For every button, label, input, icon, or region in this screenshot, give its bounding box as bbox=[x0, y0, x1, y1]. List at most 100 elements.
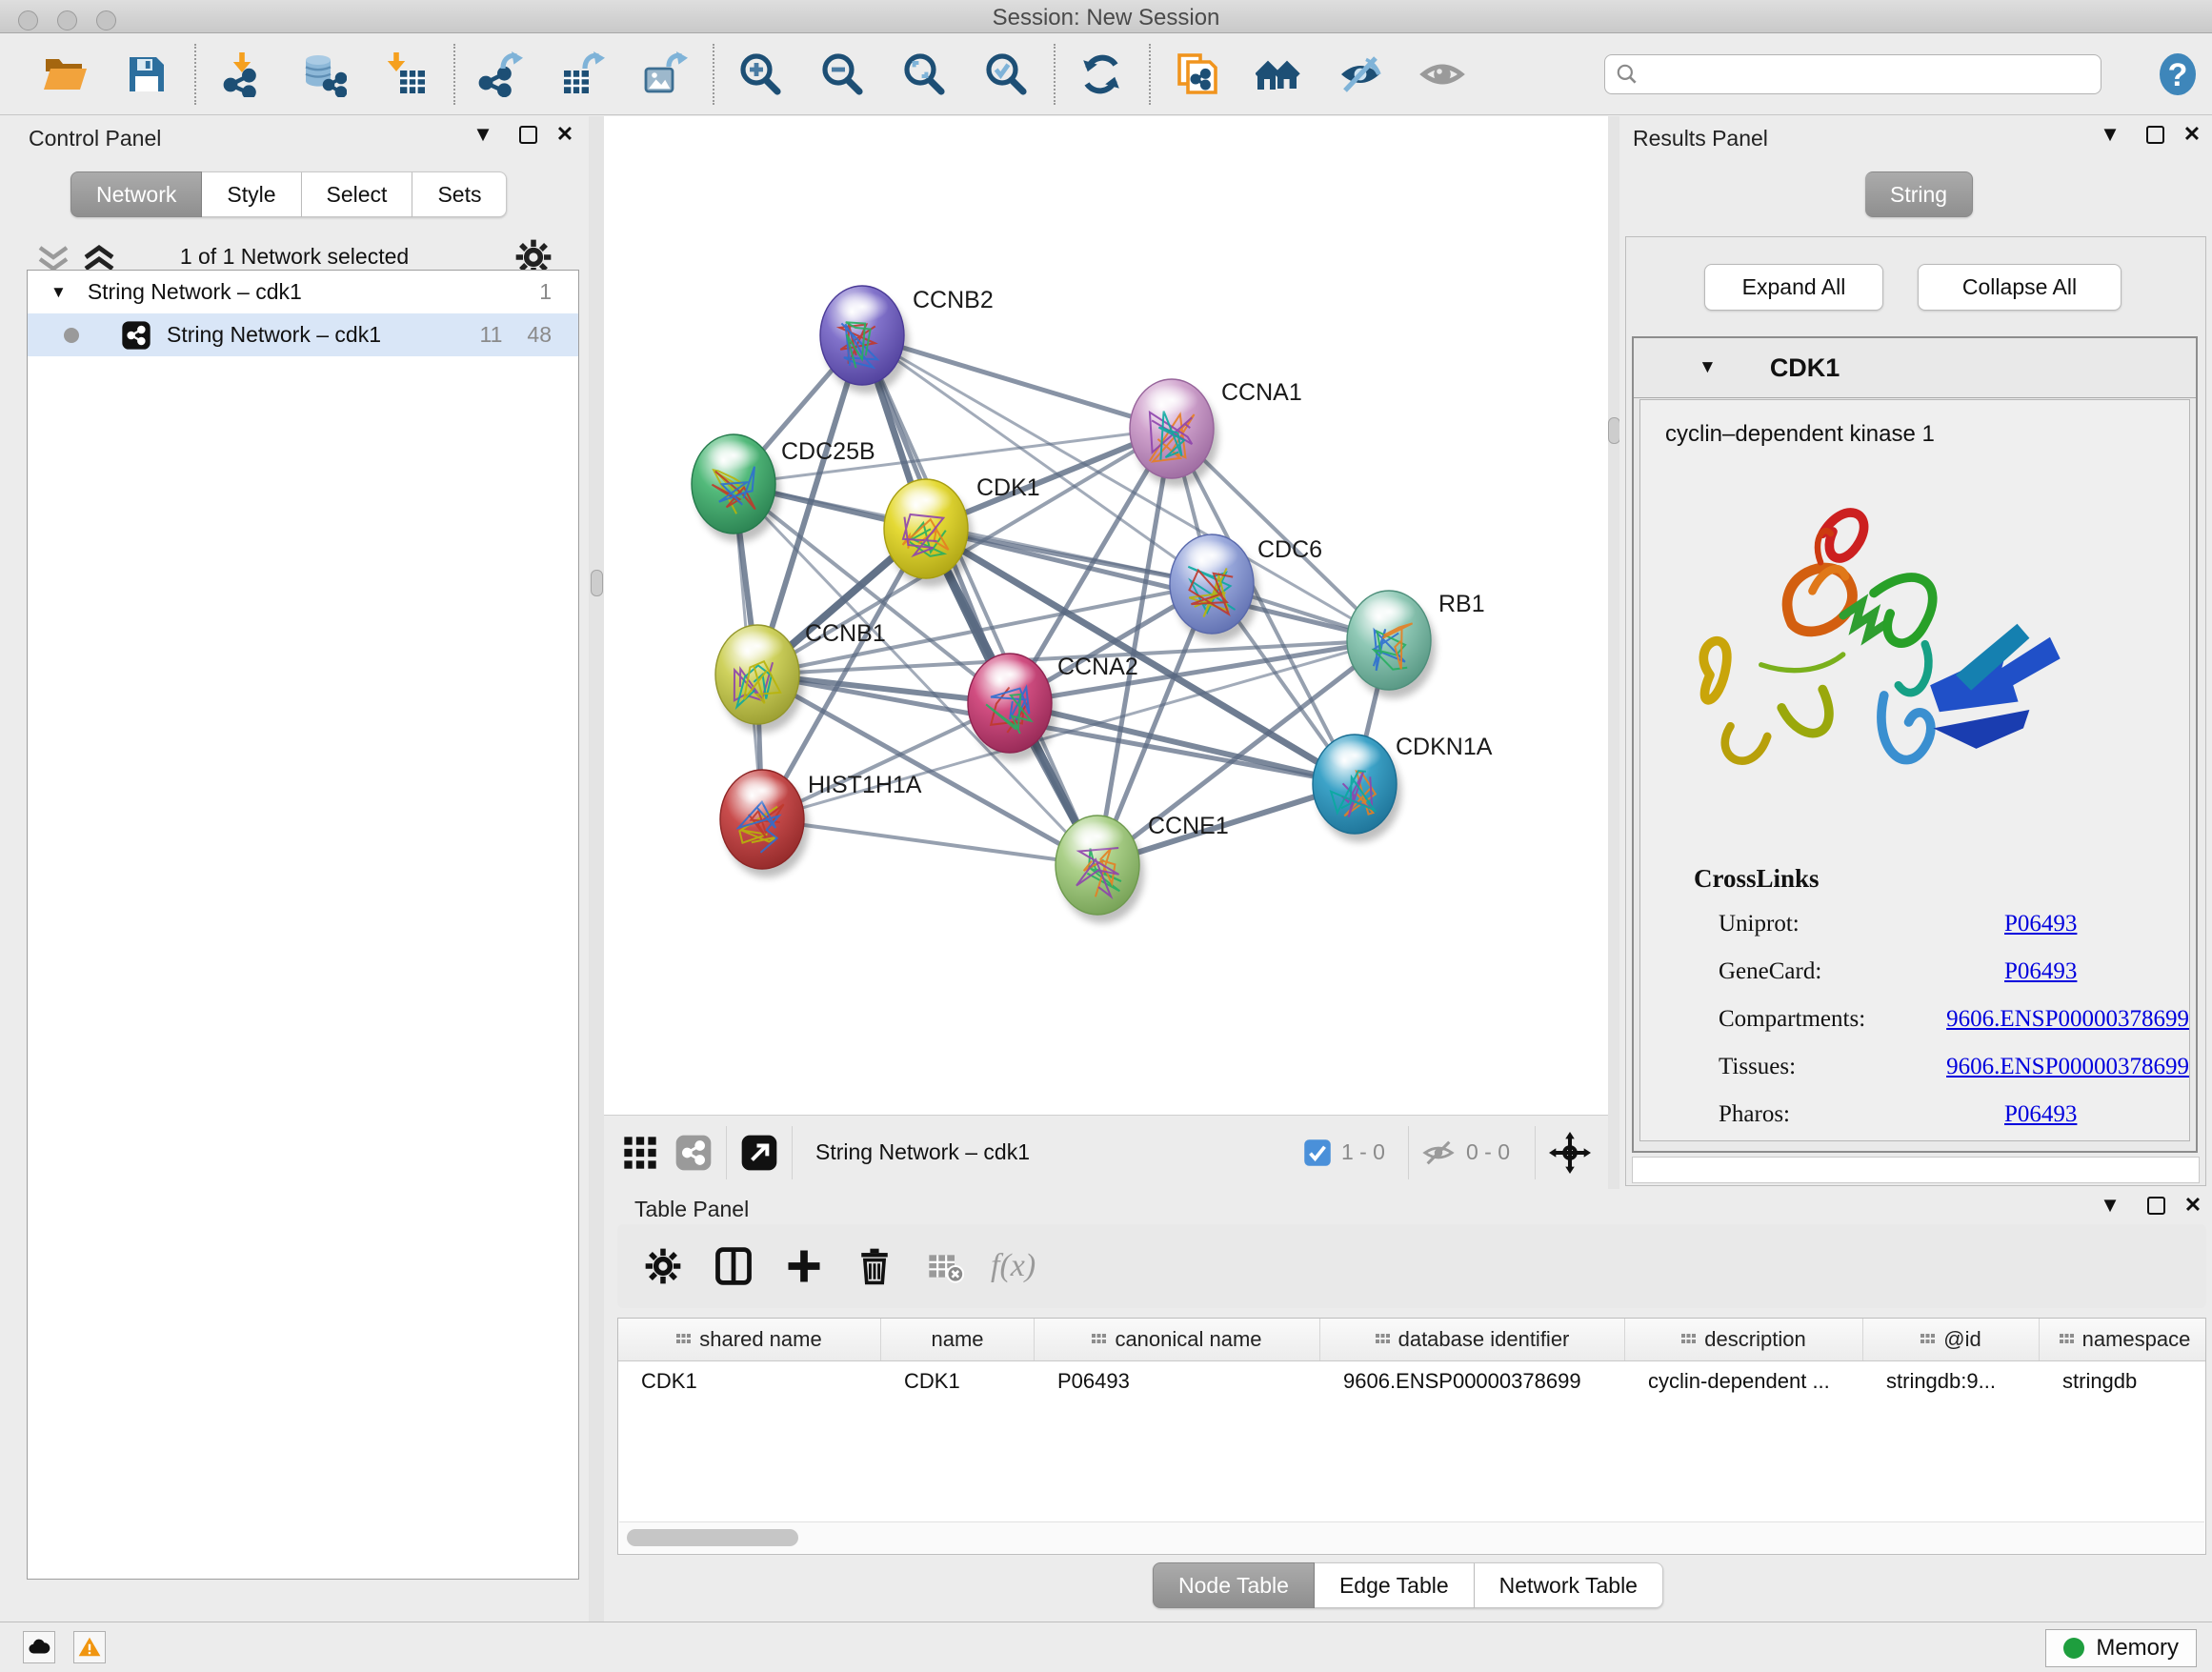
network-node-HIST1H1A[interactable]: HIST1H1A bbox=[720, 770, 922, 877]
zoom-out-icon[interactable] bbox=[819, 51, 865, 97]
network-edge[interactable] bbox=[1010, 703, 1355, 784]
right-splitter[interactable] bbox=[1608, 116, 1619, 1189]
collection-expand-icon[interactable]: ▼ bbox=[50, 283, 67, 302]
column-header-@id[interactable]: @id bbox=[1863, 1319, 2040, 1360]
network-view-title: String Network – cdk1 bbox=[815, 1139, 1030, 1165]
grid-view-icon[interactable] bbox=[621, 1134, 659, 1172]
table-cell[interactable]: CDK1 bbox=[881, 1369, 1035, 1394]
crosslink-link[interactable]: 9606.ENSP00000378699 bbox=[1946, 1054, 2189, 1080]
warning-icon[interactable] bbox=[73, 1631, 106, 1663]
crosslink-link[interactable]: 9606.ENSP00000378699 bbox=[1946, 1006, 2189, 1033]
network-node-RB1[interactable]: RB1 bbox=[1347, 591, 1485, 698]
left-splitter[interactable] bbox=[589, 116, 604, 1622]
refresh-icon[interactable] bbox=[1078, 51, 1124, 97]
status-bar: Memory bbox=[0, 1622, 2212, 1672]
left-splitter-handle[interactable] bbox=[591, 570, 603, 596]
network-row[interactable]: String Network – cdk1 11 48 bbox=[28, 313, 578, 356]
chevron-down-icon[interactable]: ▼ bbox=[1699, 357, 1717, 378]
cloud-icon[interactable] bbox=[23, 1631, 55, 1663]
network-edge[interactable] bbox=[762, 819, 1097, 865]
zoom-selected-icon[interactable] bbox=[983, 51, 1029, 97]
network-collection-row[interactable]: ▼ String Network – cdk1 1 bbox=[28, 271, 578, 313]
delete-column-icon[interactable] bbox=[850, 1241, 899, 1291]
zoom-in-icon[interactable] bbox=[737, 51, 783, 97]
panel-close-icon[interactable]: ✕ bbox=[2179, 1193, 2207, 1218]
column-header-name[interactable]: name bbox=[881, 1319, 1035, 1360]
panel-menu-icon[interactable]: ▼ bbox=[469, 122, 497, 147]
save-icon[interactable] bbox=[124, 51, 170, 97]
detach-view-icon[interactable] bbox=[740, 1134, 778, 1172]
protein-section-header[interactable]: ▼ CDK1 bbox=[1634, 338, 2196, 398]
import-table-icon[interactable] bbox=[383, 51, 429, 97]
help-icon[interactable]: ? bbox=[2155, 51, 2201, 97]
table-cell[interactable]: CDK1 bbox=[618, 1369, 881, 1394]
scrollbar-thumb[interactable] bbox=[627, 1529, 798, 1546]
svg-text:?: ? bbox=[2168, 57, 2188, 93]
export-network-icon[interactable] bbox=[478, 51, 524, 97]
horizontal-scrollbar[interactable] bbox=[619, 1521, 2204, 1553]
column-header-shared-name[interactable]: shared name bbox=[618, 1319, 881, 1360]
separator bbox=[1535, 1126, 1536, 1179]
network-canvas[interactable]: CCNB2CCNA1CDC25BCDK1CDC6RB1CCNB1CCNA2CDK… bbox=[604, 116, 1608, 1115]
table-row[interactable]: CDK1CDK1P064939606.ENSP00000378699cyclin… bbox=[618, 1361, 2205, 1401]
document-share-icon[interactable] bbox=[1174, 51, 1219, 97]
tab-edge-table[interactable]: Edge Table bbox=[1315, 1562, 1475, 1608]
tab-style[interactable]: Style bbox=[202, 171, 301, 217]
table-cell[interactable]: 9606.ENSP00000378699 bbox=[1320, 1369, 1625, 1394]
column-header-database-identifier[interactable]: database identifier bbox=[1320, 1319, 1625, 1360]
tab-select[interactable]: Select bbox=[302, 171, 413, 217]
zoom-fit-icon[interactable] bbox=[901, 51, 947, 97]
network-node-CDKN1A[interactable]: CDKN1A bbox=[1313, 734, 1493, 842]
panel-float-icon[interactable] bbox=[519, 126, 537, 149]
crosslink-link[interactable]: P06493 bbox=[2004, 911, 2077, 937]
table-cell[interactable]: stringdb:9... bbox=[1863, 1369, 2040, 1394]
memory-label: Memory bbox=[2096, 1635, 2179, 1662]
expand-all-button[interactable]: Expand All bbox=[1704, 264, 1883, 311]
collapse-all-button[interactable]: Collapse All bbox=[1918, 264, 2122, 311]
export-image-icon[interactable] bbox=[642, 51, 688, 97]
table-cell[interactable]: stringdb bbox=[2040, 1369, 2206, 1394]
export-table-icon[interactable] bbox=[560, 51, 606, 97]
create-column-icon[interactable] bbox=[779, 1241, 829, 1291]
tab-network[interactable]: Network bbox=[70, 171, 202, 217]
tab-string[interactable]: String bbox=[1865, 171, 1973, 217]
import-network-icon[interactable] bbox=[219, 51, 265, 97]
crosslink-label: GeneCard: bbox=[1719, 958, 2004, 985]
import-database-icon[interactable] bbox=[301, 51, 347, 97]
tab-network-table[interactable]: Network Table bbox=[1475, 1562, 1663, 1608]
column-header-namespace[interactable]: namespace bbox=[2040, 1319, 2206, 1360]
table-cell[interactable]: P06493 bbox=[1035, 1369, 1320, 1394]
panel-menu-icon[interactable]: ▼ bbox=[2096, 122, 2124, 147]
panel-close-icon[interactable]: ✕ bbox=[551, 122, 579, 147]
tab-node-table[interactable]: Node Table bbox=[1153, 1562, 1315, 1608]
memory-button[interactable]: Memory bbox=[2045, 1629, 2197, 1667]
panel-close-icon[interactable]: ✕ bbox=[2178, 122, 2206, 147]
table-cell[interactable]: cyclin-dependent ... bbox=[1625, 1369, 1863, 1394]
collection-count: 1 bbox=[539, 279, 552, 305]
table-gear-icon[interactable] bbox=[638, 1241, 688, 1291]
table-panel-title: Table Panel bbox=[634, 1197, 749, 1222]
birdseye-view-icon[interactable] bbox=[1549, 1132, 1591, 1174]
eye-slash-icon[interactable] bbox=[1337, 51, 1383, 97]
folder-open-icon[interactable] bbox=[42, 51, 88, 97]
crosslink-row: GeneCard:P06493 bbox=[1719, 958, 2189, 985]
network-node-CCNA2[interactable]: CCNA2 bbox=[968, 654, 1138, 761]
network-edge[interactable] bbox=[862, 335, 1172, 429]
column-header-description[interactable]: description bbox=[1625, 1319, 1863, 1360]
network-node-CDK1[interactable]: CDK1 bbox=[884, 474, 1040, 587]
crosslink-link[interactable]: P06493 bbox=[2004, 1101, 2077, 1128]
separator bbox=[1408, 1126, 1409, 1179]
panel-menu-icon[interactable]: ▼ bbox=[2096, 1193, 2124, 1218]
column-attribute-icon bbox=[1376, 1334, 1390, 1346]
column-header-canonical-name[interactable]: canonical name bbox=[1035, 1319, 1320, 1360]
tab-sets[interactable]: Sets bbox=[412, 171, 507, 217]
network-view-icon[interactable] bbox=[674, 1134, 713, 1172]
crosslink-link[interactable]: P06493 bbox=[2004, 958, 2077, 985]
panel-float-icon[interactable] bbox=[2147, 1197, 2165, 1219]
panel-float-icon[interactable] bbox=[2146, 126, 2164, 149]
houses-icon[interactable] bbox=[1256, 51, 1301, 97]
show-columns-icon[interactable] bbox=[709, 1241, 758, 1291]
search-input[interactable] bbox=[1604, 54, 2101, 94]
separator bbox=[726, 1126, 727, 1179]
network-node-CCNB2[interactable]: CCNB2 bbox=[820, 286, 994, 393]
